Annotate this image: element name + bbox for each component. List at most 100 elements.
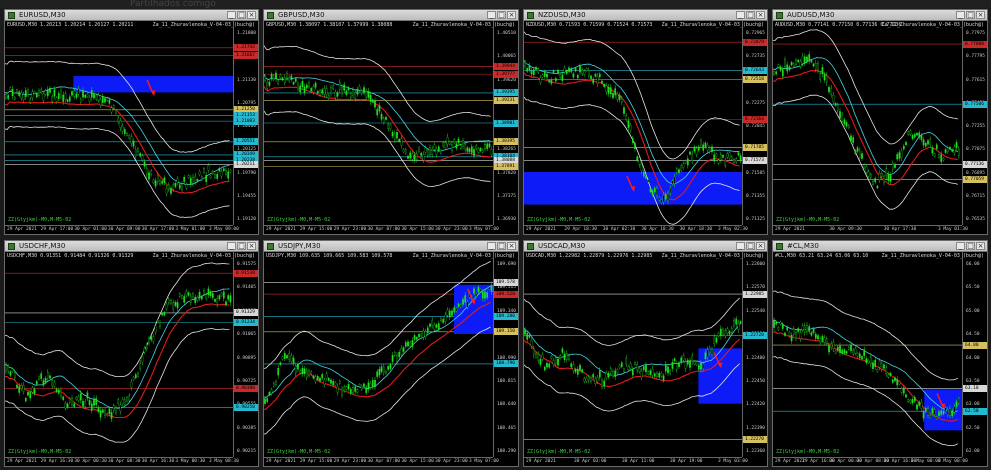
chart-area[interactable]: USDJPY,M30 109.635 109.665 109.583 109.5… bbox=[264, 252, 518, 466]
chart-window[interactable]: AUDUSD,M30 _ □ × AUDUSD,M30 0.77141 0.77… bbox=[772, 9, 988, 235]
window-titlebar[interactable]: USDCHF,M30 _ □ × bbox=[5, 241, 258, 252]
candle-body bbox=[156, 174, 159, 182]
close-button[interactable]: × bbox=[756, 11, 765, 19]
time-axis[interactable]: 29 Apr 2021 29 Apr 16:00 30 Apr 00:00 30 Ap… bbox=[773, 457, 968, 466]
chart-area[interactable]: NZDUSD,M30 0.71593 0.71599 0.71524 0.715… bbox=[524, 21, 767, 234]
time-axis[interactable]: 29 Apr 2021 29 Apr 15:00 29 Apr 23:00 30 Ap… bbox=[264, 225, 499, 234]
maximize-button[interactable]: □ bbox=[746, 242, 755, 250]
candle-body bbox=[706, 349, 709, 357]
candle-body bbox=[216, 298, 219, 305]
window-titlebar[interactable]: #CL,M30 _ □ × bbox=[773, 241, 987, 252]
candle-body bbox=[832, 94, 835, 102]
candle-body bbox=[93, 398, 95, 406]
window-titlebar[interactable]: USDJPY,M30 _ □ × bbox=[264, 241, 518, 252]
chart-area[interactable]: USDCHF,M30 0.91351 0.91484 0.91326 0.913… bbox=[5, 252, 258, 466]
close-button[interactable]: × bbox=[507, 11, 516, 19]
chart-window[interactable]: EURUSD,M30 _ □ × EURUSD,M30 1.20213 1.20… bbox=[4, 9, 259, 235]
chart-window[interactable]: USDCHF,M30 _ □ × USDCHF,M30 0.91351 0.91… bbox=[4, 240, 259, 467]
candle-body bbox=[528, 64, 531, 71]
time-axis[interactable]: 29 Apr 2021 30 Apr 09:30 30 Apr 17:30 3 May… bbox=[773, 225, 968, 234]
price-axis[interactable]: 0.915750.914050.912350.910650.908950.907… bbox=[233, 252, 258, 457]
candle-body bbox=[735, 318, 738, 325]
close-button[interactable]: × bbox=[976, 242, 985, 250]
time-axis[interactable]: 29 Apr 2021 30 Apr 03:00 30 Apr 11:00 30 Ap… bbox=[524, 457, 748, 466]
chart-window[interactable]: #CL,M30 _ □ × #CL,M30 63.21 63.24 63.06 … bbox=[772, 240, 988, 467]
candle-body bbox=[658, 373, 661, 378]
candle-body bbox=[104, 98, 106, 103]
candle-body bbox=[176, 178, 179, 184]
candle-body bbox=[84, 401, 87, 407]
maximize-button[interactable]: □ bbox=[746, 11, 755, 19]
minimize-button[interactable]: _ bbox=[227, 11, 236, 19]
chart-area[interactable]: GBPUSD,M30 1.38097 1.38107 1.37999 1.380… bbox=[264, 21, 518, 234]
minimize-button[interactable]: _ bbox=[736, 242, 745, 250]
chart-area[interactable]: AUDUSD,M30 0.77141 0.77150 0.77136 0.771… bbox=[773, 21, 987, 234]
maximize-button[interactable]: □ bbox=[497, 242, 506, 250]
candle-body bbox=[730, 327, 733, 333]
candle-body bbox=[858, 353, 861, 358]
price-axis[interactable]: 0.729650.727350.725050.722750.720450.718… bbox=[742, 21, 767, 225]
time-axis[interactable]: 29 Apr 2021 29 Apr 15:00 29 Apr 23:00 30 Ap… bbox=[264, 457, 499, 466]
window-titlebar[interactable]: AUDUSD,M30 _ □ × bbox=[773, 10, 987, 21]
minimize-button[interactable]: _ bbox=[487, 11, 496, 19]
candle-body bbox=[484, 291, 486, 299]
candle-body bbox=[874, 359, 877, 367]
price-axis[interactable]: 1.218001.214651.211301.207951.204601.201… bbox=[233, 21, 258, 225]
chart-area[interactable]: #CL,M30 63.21 63.24 63.06 63.10 Za_11_Zh… bbox=[773, 252, 987, 466]
close-button[interactable]: × bbox=[756, 242, 765, 250]
chart-window[interactable]: USDCAD,M30 _ □ × USDCAD,M30 1.22982 1.22… bbox=[523, 240, 768, 467]
window-titlebar[interactable]: USDCAD,M30 _ □ × bbox=[524, 241, 767, 252]
candle-body bbox=[678, 362, 680, 368]
candle-body bbox=[303, 368, 306, 375]
maximize-button[interactable]: □ bbox=[966, 11, 975, 19]
candle-body bbox=[876, 369, 879, 372]
price-tick: 1.36930 bbox=[497, 217, 516, 222]
maximize-button[interactable]: □ bbox=[497, 11, 506, 19]
maximize-button[interactable]: □ bbox=[237, 242, 246, 250]
window-titlebar[interactable]: NZDUSD,M30 _ □ × bbox=[524, 10, 767, 21]
chart-window[interactable]: NZDUSD,M30 _ □ × NZDUSD,M30 0.71593 0.71… bbox=[523, 9, 768, 235]
minimize-button[interactable]: _ bbox=[227, 242, 236, 250]
minimize-button[interactable]: _ bbox=[487, 242, 496, 250]
close-button[interactable]: × bbox=[247, 242, 256, 250]
minimize-button[interactable]: _ bbox=[956, 11, 965, 19]
chart-app-icon bbox=[527, 12, 534, 19]
price-tick: 64.50 bbox=[966, 332, 980, 338]
chart-window[interactable]: GBPUSD,M30 _ □ × GBPUSD,M30 1.38097 1.38… bbox=[263, 9, 519, 235]
candle-body bbox=[163, 312, 166, 316]
time-tick: 30 Apr 00:30 bbox=[74, 459, 107, 464]
candle-body bbox=[196, 297, 199, 302]
candle-body bbox=[847, 347, 850, 350]
price-axis[interactable]: 109.690109.515109.340109.165108.990108.8… bbox=[493, 252, 518, 457]
candle-body bbox=[332, 85, 335, 89]
close-button[interactable]: × bbox=[247, 11, 256, 19]
time-axis[interactable]: 29 Apr 2021 29 Apr 16:30 30 Apr 00:30 30 Ap… bbox=[5, 457, 239, 466]
price-axis[interactable]: 1.405101.400651.396201.391551.387101.382… bbox=[493, 21, 518, 225]
time-axis[interactable]: 29 Apr 2021 29 Apr 18:30 30 Apr 02:30 30 Ap… bbox=[524, 225, 748, 234]
candle-body bbox=[16, 384, 18, 388]
minimize-button[interactable]: _ bbox=[956, 242, 965, 250]
close-button[interactable]: × bbox=[976, 11, 985, 19]
close-button[interactable]: × bbox=[507, 242, 516, 250]
candle-body bbox=[150, 170, 153, 175]
candle-body bbox=[95, 95, 98, 100]
minimize-button[interactable]: _ bbox=[736, 11, 745, 19]
time-tick: 3 May 00:00 bbox=[910, 459, 941, 464]
price-axis[interactable]: 66.00 65.50 65.00 64.50 64.00 63.50 63.00 62.50… bbox=[962, 252, 987, 457]
window-titlebar[interactable]: EURUSD,M30 _ □ × bbox=[5, 10, 258, 21]
candle-body bbox=[229, 295, 232, 303]
candle-body bbox=[117, 117, 120, 123]
maximize-button[interactable]: □ bbox=[237, 11, 246, 19]
price-axis[interactable]: 0.779750.777950.776150.774350.772550.770… bbox=[962, 21, 987, 225]
chart-area[interactable]: EURUSD,M30 1.20213 1.20214 1.20127 1.202… bbox=[5, 21, 258, 234]
candle-body bbox=[391, 355, 394, 362]
price-axis[interactable]: 1.226001.225701.225401.225101.224801.224… bbox=[742, 252, 767, 457]
time-axis[interactable]: 29 Apr 2021 29 Apr 17:00 30 Apr 01:00 30 Ap… bbox=[5, 225, 239, 234]
window-titlebar[interactable]: GBPUSD,M30 _ □ × bbox=[264, 10, 518, 21]
chart-window[interactable]: USDJPY,M30 _ □ × USDJPY,M30 109.635 109.… bbox=[263, 240, 519, 467]
chart-area[interactable]: USDCAD,M30 1.22982 1.22879 1.22976 1.229… bbox=[524, 252, 767, 466]
candle-body bbox=[183, 177, 186, 182]
time-tick: 30 Apr 17:00 bbox=[141, 227, 175, 232]
price-label: 0.72879 bbox=[743, 38, 767, 46]
maximize-button[interactable]: □ bbox=[966, 242, 975, 250]
